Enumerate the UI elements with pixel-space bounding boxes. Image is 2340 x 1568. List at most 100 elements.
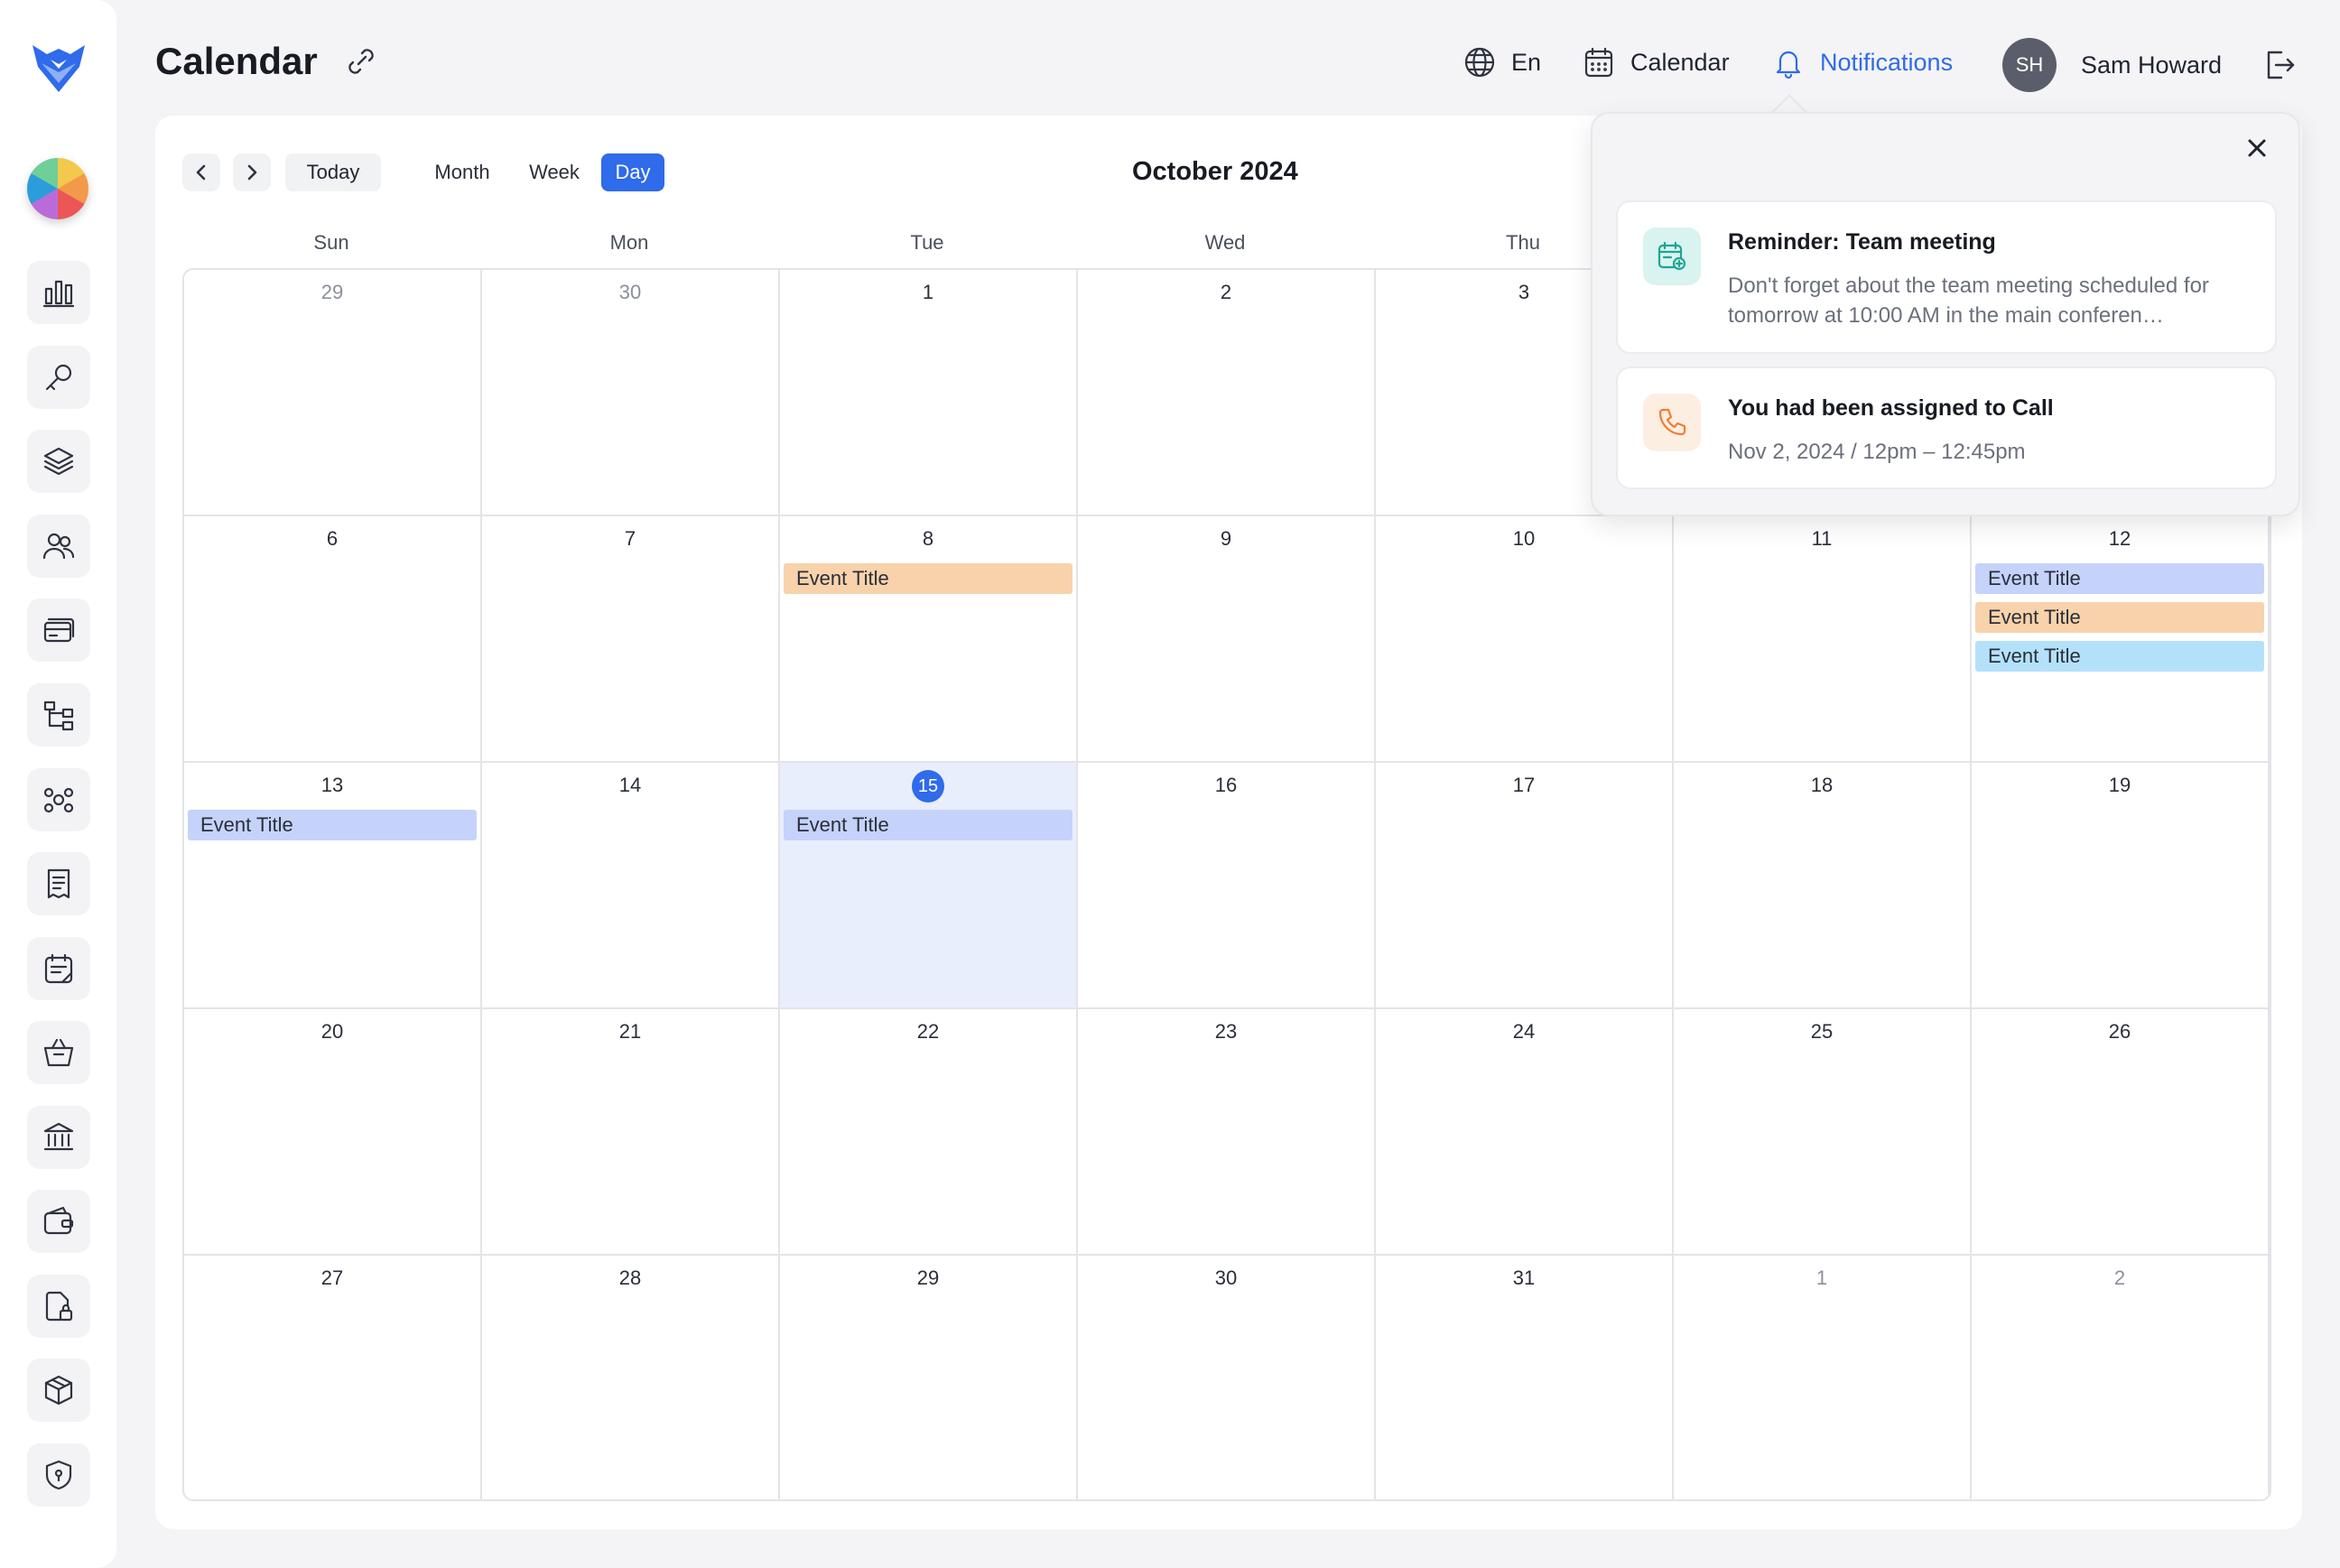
notification-item[interactable]: Reminder: Team meeting Don't forget abou… [1616,200,2277,354]
box-icon [44,1375,73,1406]
day-cell[interactable]: 16 [1078,763,1376,1009]
sidebar-item-team[interactable] [27,768,90,831]
sidebar-item-hierarchy[interactable] [27,683,90,747]
day-cell[interactable]: 14 [482,763,780,1009]
day-number: 6 [326,527,339,550]
day-cell[interactable]: 26 [1972,1009,2270,1256]
day-cell[interactable]: 27 [184,1256,482,1499]
calendar-nav-link[interactable]: Calendar [1582,45,1730,79]
logout-icon[interactable] [2261,47,2298,83]
day-cell[interactable]: 24 [1376,1009,1674,1256]
user-name[interactable]: Sam Howard [2081,51,2222,79]
view-month-button[interactable]: Month [424,153,500,191]
calendar-note-icon [44,953,73,984]
sidebar-item-products[interactable] [27,1359,90,1422]
event-chip[interactable]: Event Title [1975,641,2264,672]
day-cell[interactable]: 11 [1674,516,1972,763]
calendar-icon [1584,47,1613,78]
sidebar-item-wallet[interactable] [27,1190,90,1253]
sidebar-item-bank[interactable] [27,1106,90,1169]
sidebar-item-schedule[interactable] [27,937,90,1000]
calendar-add-icon [1643,227,1701,285]
event-chip[interactable]: Event Title [784,810,1072,840]
day-cell[interactable]: 1 [780,270,1078,516]
day-number: 21 [618,1020,642,1043]
fox-logo-icon[interactable] [27,36,90,99]
weekday-label: Wed [1204,231,1246,254]
day-cell[interactable]: 25 [1674,1009,1972,1256]
day-number: 1 [922,281,934,303]
sidebar-item-secure-files[interactable] [27,1275,90,1338]
day-cell[interactable]: 18 [1674,763,1972,1009]
language-selector[interactable]: En [1462,45,1541,79]
day-cell[interactable]: 30 [482,270,780,516]
event-chip[interactable]: Event Title [1975,602,2264,633]
day-cell[interactable]: 21 [482,1009,780,1256]
day-cell[interactable]: 13 Event Title [184,763,482,1009]
day-cell[interactable]: 10 [1376,516,1674,763]
basket-icon [43,1038,74,1067]
lock-file-icon [45,1291,73,1322]
day-cell[interactable]: 7 [482,516,780,763]
sidebar-item-invoices[interactable] [27,852,90,915]
day-cell[interactable]: 9 [1078,516,1376,763]
day-number: 18 [1810,774,1834,796]
day-cell[interactable]: 2 [1078,270,1376,516]
day-cell[interactable]: 1 [1674,1256,1972,1499]
link-icon[interactable] [343,43,379,79]
day-cell[interactable]: 8 Event Title [780,516,1078,763]
day-cell[interactable]: 23 [1078,1009,1376,1256]
notification-item[interactable]: You had been assigned to Call Nov 2, 202… [1616,366,2277,489]
sidebar-item-layers[interactable] [27,430,90,493]
view-week-button[interactable]: Week [520,153,589,191]
event-chip[interactable]: Event Title [188,810,477,840]
notifications-panel: Reminder: Team meeting Don't forget abou… [1591,112,2300,516]
chevron-right-icon [247,164,257,181]
close-icon[interactable] [2239,130,2275,166]
day-number: 19 [2108,774,2131,796]
day-cell[interactable]: 6 [184,516,482,763]
theme-color-wheel-icon[interactable] [27,158,88,219]
bell-icon [1776,51,1801,79]
sidebar-item-keys[interactable] [27,346,90,409]
next-button[interactable] [233,153,271,191]
day-cell[interactable]: 29 [184,270,482,516]
sidebar-item-users[interactable] [27,515,90,578]
day-number: 15 [780,770,1076,803]
notifications-label: Notifications [1820,48,1954,76]
day-number: 30 [1214,1266,1238,1289]
sidebar-item-cards[interactable] [27,598,90,662]
event-chip[interactable]: Event Title [784,563,1072,594]
sidebar-item-analytics[interactable] [27,261,90,324]
day-cell[interactable]: 22 [780,1009,1078,1256]
day-number: 2 [1220,281,1232,303]
avatar[interactable]: SH [2002,38,2057,92]
day-cell[interactable]: 28 [482,1256,780,1499]
day-number: 10 [1512,527,1536,550]
weekday-label: Sun [313,231,349,254]
day-number: 28 [618,1266,642,1289]
day-cell-today[interactable]: 15 Event Title [780,763,1078,1009]
day-cell[interactable]: 29 [780,1256,1078,1499]
weekday-label: Tue [910,231,944,254]
day-cell[interactable]: 19 [1972,763,2270,1009]
day-cell[interactable]: 12 Event Title Event Title Event Title [1972,516,2270,763]
notification-title: Reminder: Team meeting [1728,229,1996,255]
notifications-button[interactable]: Notifications [1771,45,1953,79]
day-cell[interactable]: 20 [184,1009,482,1256]
day-cell[interactable]: 30 [1078,1256,1376,1499]
event-chip[interactable]: Event Title [1975,563,2264,594]
today-button[interactable]: Today [285,153,381,191]
day-number: 30 [618,281,642,303]
day-cell[interactable]: 2 [1972,1256,2270,1499]
day-cell[interactable]: 31 [1376,1256,1674,1499]
view-day-button[interactable]: Day [601,153,664,191]
key-icon [45,364,72,391]
today-indicator: 15 [912,770,944,803]
day-cell[interactable]: 17 [1376,763,1674,1009]
sidebar-item-shop[interactable] [27,1021,90,1084]
prev-button[interactable] [182,153,220,191]
users-icon [42,533,75,560]
sidebar-item-security[interactable] [27,1443,90,1507]
wallet-icon [43,1206,74,1235]
